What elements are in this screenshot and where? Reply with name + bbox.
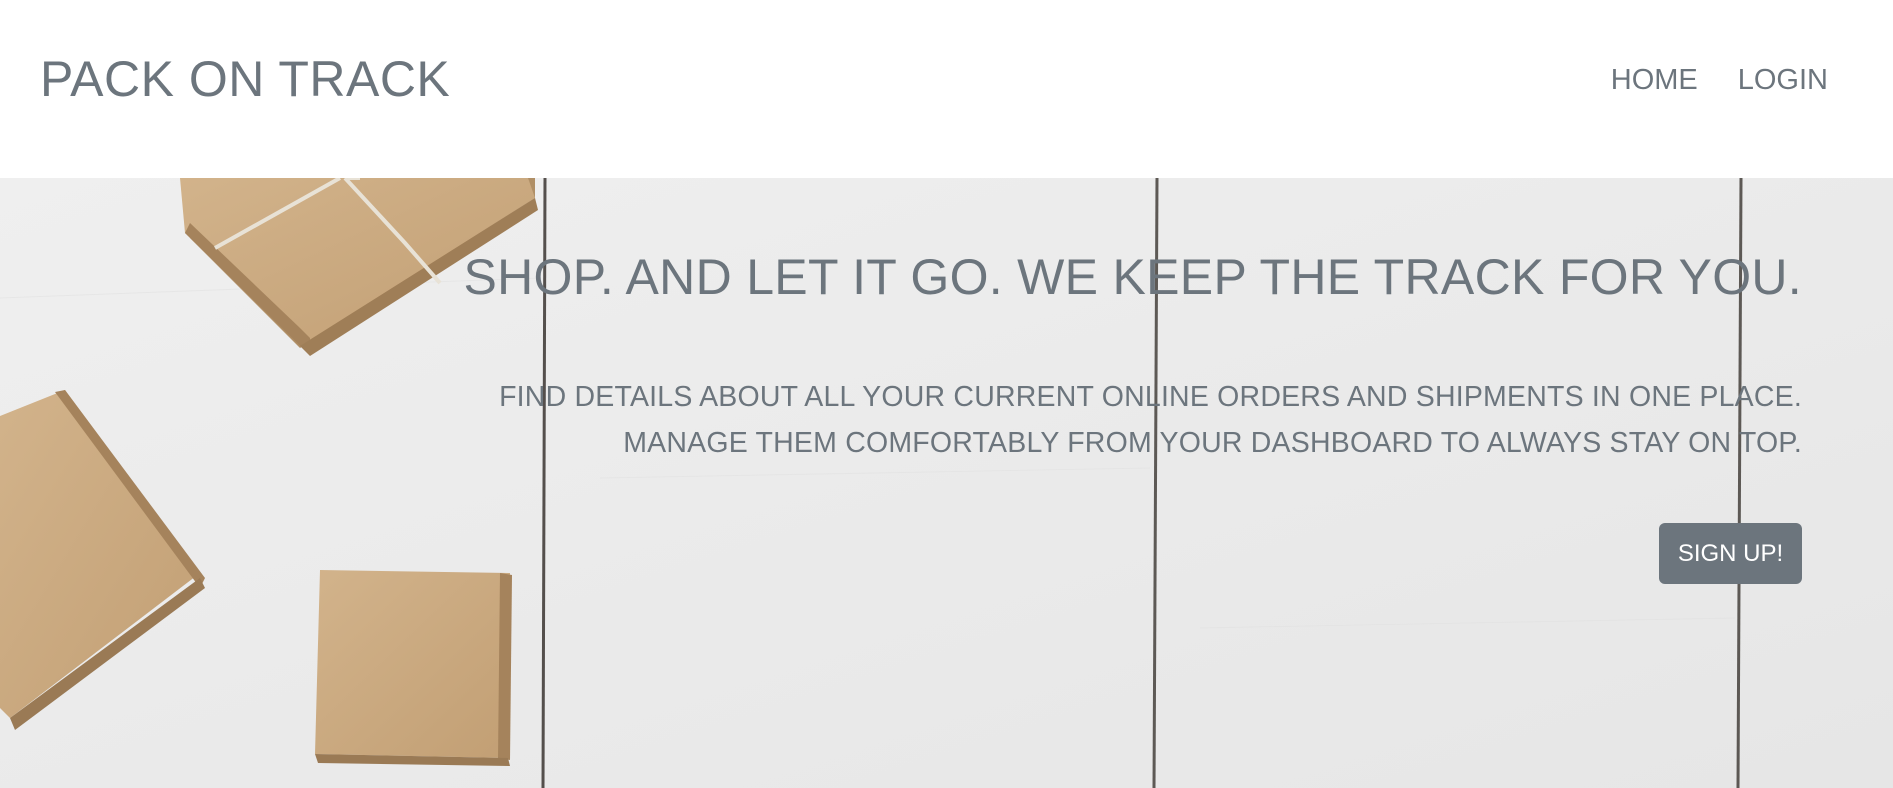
hero-title: SHOP. AND LET IT GO. WE KEEP THE TRACK F… [463,249,1802,305]
navbar: PACK ON TRACK HOME LOGIN [0,0,1893,178]
hero-section: SHOP. AND LET IT GO. WE KEEP THE TRACK F… [0,178,1893,788]
nav-links: HOME LOGIN [1611,64,1828,97]
signup-button[interactable]: SIGN UP! [1659,523,1802,584]
hero-content: SHOP. AND LET IT GO. WE KEEP THE TRACK F… [402,178,1802,788]
brand-logo[interactable]: PACK ON TRACK [40,50,450,108]
hero-subtitle-line-1: FIND DETAILS ABOUT ALL YOUR CURRENT ONLI… [499,381,1802,413]
hero-subtitle-line-2: MANAGE THEM COMFORTABLY FROM YOUR DASHBO… [623,427,1802,459]
nav-link-login[interactable]: LOGIN [1738,64,1828,97]
nav-link-home[interactable]: HOME [1611,64,1698,97]
hero-subtitle: FIND DETAILS ABOUT ALL YOUR CURRENT ONLI… [499,374,1802,466]
